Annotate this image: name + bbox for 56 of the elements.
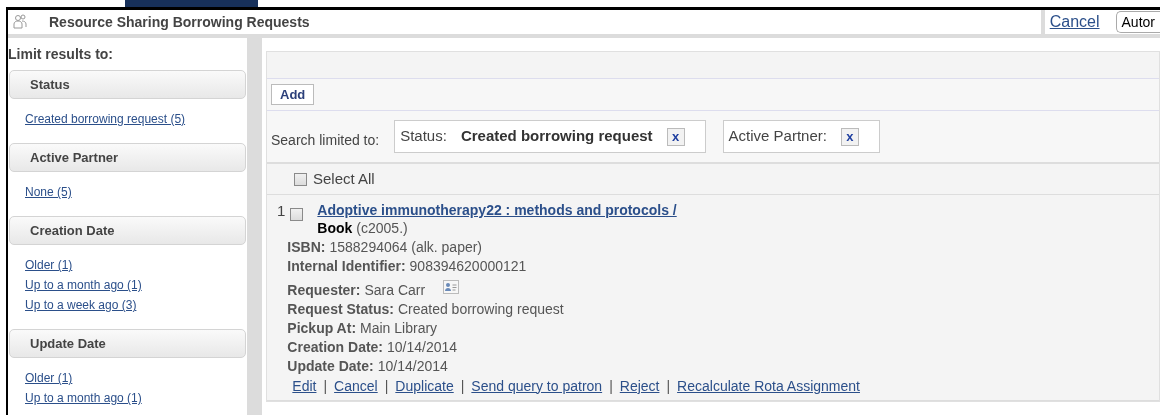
action-link[interactable]: Cancel	[334, 375, 378, 397]
field-label: Creation Date:	[287, 338, 384, 357]
link-separator: |	[609, 376, 613, 396]
facet-header[interactable]: Status	[9, 70, 246, 99]
field-label: Internal Identifier:	[287, 257, 406, 276]
field-value: Main Library	[360, 319, 438, 338]
material-type: Book	[317, 219, 353, 238]
filter-name: Active Partner:	[728, 126, 827, 147]
field-value: 1588294064 (alk. paper)	[329, 238, 483, 257]
record-number: 1	[277, 202, 286, 221]
action-link[interactable]: Duplicate	[395, 375, 454, 397]
automate-button[interactable]: Autor	[1115, 11, 1160, 33]
field-label: ISBN:	[287, 238, 326, 257]
add-button[interactable]: Add	[271, 84, 315, 105]
facet-header[interactable]: Creation Date	[9, 216, 246, 245]
link-separator: |	[666, 376, 671, 396]
remove-filter-button[interactable]: x	[666, 127, 685, 146]
field-label: Update Date:	[287, 357, 374, 376]
link-separator: |	[384, 376, 389, 396]
select-all-label: Select All	[313, 168, 375, 189]
action-link[interactable]: Edit	[292, 375, 317, 397]
filter-value: Created borrowing request	[460, 126, 653, 147]
facet-link[interactable]: Older (1)	[25, 368, 247, 388]
page-title: Resource Sharing Borrowing Requests	[49, 12, 310, 32]
link-separator: |	[460, 376, 465, 396]
checkbox[interactable]	[290, 208, 304, 221]
publication-date: (c2005.)	[356, 219, 408, 238]
cancel-link[interactable]: Cancel	[1049, 10, 1100, 34]
remove-filter-button[interactable]: x	[840, 127, 859, 146]
facet-header[interactable]: Active Partner	[9, 143, 246, 172]
contact-card-icon[interactable]	[443, 280, 460, 294]
facet-link[interactable]: Up to a week ago (3)	[25, 295, 247, 315]
field-value: Created borrowing request	[397, 300, 564, 319]
checkbox[interactable]	[294, 172, 307, 186]
action-link[interactable]: Send query to patron	[471, 375, 603, 397]
field-label: Pickup At:	[287, 319, 357, 338]
field-label: Requester:	[287, 280, 361, 300]
facet-link[interactable]: Up to a month ago (1)	[25, 388, 247, 408]
search-limit-label: Search limited to:	[271, 131, 380, 150]
people-icon	[13, 14, 27, 30]
facet-link[interactable]: None (5)	[25, 182, 247, 202]
facet-header[interactable]: Update Date	[9, 329, 246, 358]
facet-link[interactable]: Older (1)	[25, 255, 247, 275]
field-value: 908394620000121	[409, 257, 527, 276]
field-label: Request Status:	[287, 300, 394, 319]
filter-name: Status:	[400, 126, 447, 147]
action-link[interactable]: Recalculate Rota Assignment	[677, 375, 860, 397]
field-value: Sara Carr	[364, 280, 426, 300]
action-link[interactable]: Reject	[619, 375, 660, 397]
sidebar-heading: Limit results to:	[8, 45, 114, 64]
facet-link[interactable]: Up to a month ago (1)	[25, 275, 247, 295]
field-value: 10/14/2014	[387, 338, 458, 357]
link-separator: |	[323, 376, 328, 396]
record-title-link[interactable]: Adoptive immunotherapy22 : methods and protocols /	[317, 201, 860, 219]
facet-link[interactable]: Created borrowing request (5)	[25, 109, 247, 129]
field-value: 10/14/2014	[377, 357, 448, 376]
